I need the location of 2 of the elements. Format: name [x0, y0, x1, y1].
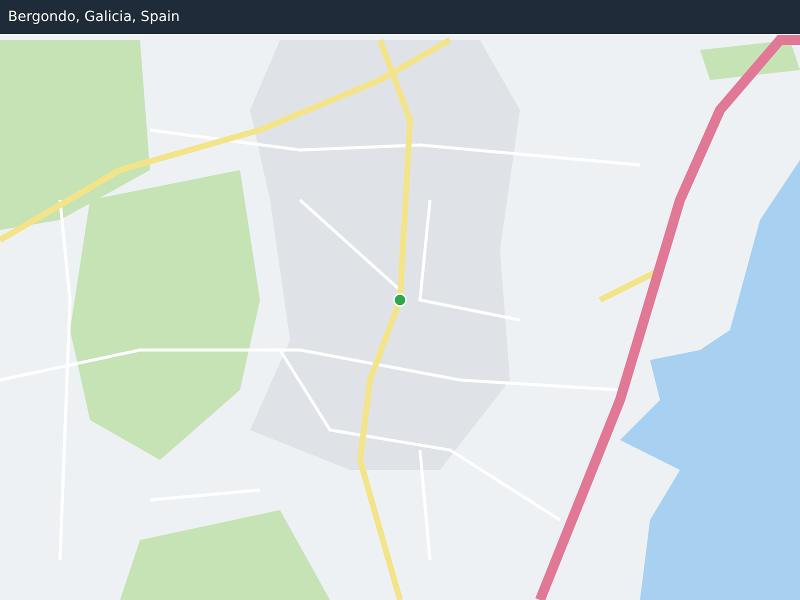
- location-pin-icon: [393, 293, 407, 307]
- location-title: Bergondo, Galicia, Spain: [8, 9, 180, 25]
